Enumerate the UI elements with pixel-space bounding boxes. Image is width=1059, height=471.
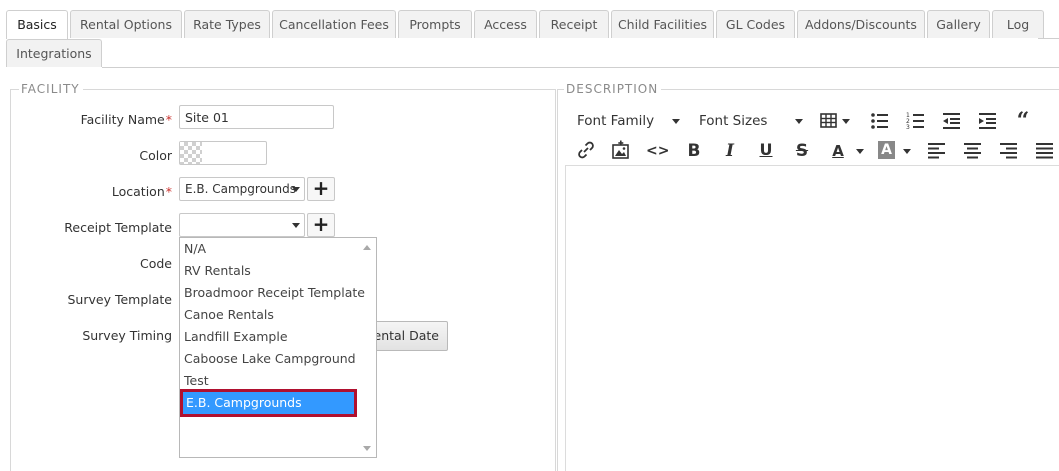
- link-icon[interactable]: [576, 140, 596, 160]
- add-location-button[interactable]: +: [307, 177, 335, 201]
- font-family-dropdown[interactable]: Font Family: [577, 112, 654, 130]
- tab-rate-types[interactable]: Rate Types: [184, 10, 270, 38]
- tab-access[interactable]: Access: [474, 10, 537, 38]
- tab-receipt[interactable]: Receipt: [539, 10, 609, 38]
- tab-divider: [1038, 38, 1059, 39]
- dropdown-option[interactable]: Caboose Lake Campground: [184, 348, 356, 370]
- scroll-down-arrow-icon[interactable]: [363, 446, 371, 451]
- tab-gl-codes[interactable]: GL Codes: [716, 10, 795, 38]
- facility-name-label: Facility Name*: [81, 112, 172, 127]
- bold-icon[interactable]: B: [685, 141, 703, 161]
- align-left-icon[interactable]: [927, 141, 947, 161]
- italic-icon[interactable]: I: [721, 141, 739, 161]
- location-label-text: Location: [111, 184, 165, 199]
- location-label: Location*: [112, 184, 172, 199]
- code-label: Code: [139, 256, 172, 271]
- chevron-down-icon: [292, 187, 300, 192]
- chevron-down-icon: [292, 223, 300, 228]
- description-editor[interactable]: [565, 165, 1059, 471]
- tab-prompts[interactable]: Prompts: [398, 10, 472, 38]
- receipt-template-dropdown-list[interactable]: N/A RV Rentals Broadmoor Receipt Templat…: [179, 237, 377, 458]
- blockquote-icon[interactable]: “: [1012, 110, 1034, 132]
- bullet-list-icon[interactable]: [870, 111, 890, 131]
- plus-icon: +: [312, 212, 330, 236]
- align-justify-icon[interactable]: [1035, 141, 1055, 161]
- scroll-up-arrow-icon[interactable]: [363, 245, 371, 250]
- tab-log[interactable]: Log: [992, 10, 1044, 38]
- chevron-down-icon: [903, 149, 911, 154]
- svg-text:3: 3: [906, 124, 910, 131]
- chevron-down-icon: [672, 119, 680, 124]
- font-family-label: Font Family: [577, 113, 655, 129]
- tab-bottom-border: [102, 67, 1059, 68]
- survey-timing-label: Survey Timing: [82, 328, 172, 343]
- dropdown-option-selected[interactable]: E.B. Campgrounds: [180, 389, 357, 417]
- facility-name-input[interactable]: [179, 105, 334, 129]
- chevron-down-icon: [856, 149, 864, 154]
- table-icon[interactable]: [820, 111, 840, 131]
- tab-integrations[interactable]: Integrations: [6, 39, 102, 67]
- text-color-icon[interactable]: A: [829, 141, 847, 161]
- required-mark: *: [165, 112, 172, 127]
- tab-cancellation-fees[interactable]: Cancellation Fees: [272, 10, 396, 38]
- font-sizes-dropdown[interactable]: Font Sizes: [699, 112, 767, 130]
- facility-legend: FACILITY: [19, 82, 83, 96]
- underline-icon[interactable]: U: [757, 140, 775, 160]
- dropdown-option[interactable]: RV Rentals: [184, 260, 356, 282]
- color-picker[interactable]: [179, 141, 267, 165]
- receipt-template-label: Receipt Template: [64, 220, 172, 235]
- font-sizes-label: Font Sizes: [699, 113, 768, 129]
- color-label: Color: [139, 148, 172, 163]
- receipt-template-select[interactable]: [179, 213, 305, 237]
- chevron-down-icon: [795, 119, 803, 124]
- numbered-list-icon[interactable]: 1 2 3: [906, 111, 926, 131]
- required-mark: *: [165, 184, 172, 199]
- background-color-icon[interactable]: A: [878, 141, 895, 159]
- tab-basics[interactable]: Basics: [6, 10, 68, 39]
- dropdown-option[interactable]: Canoe Rentals: [184, 304, 356, 326]
- align-right-icon[interactable]: [999, 141, 1019, 161]
- align-center-icon[interactable]: [963, 141, 983, 161]
- transparent-swatch-icon: [180, 142, 202, 164]
- survey-template-label: Survey Template: [67, 292, 173, 307]
- description-legend: DESCRIPTION: [564, 82, 662, 96]
- tab-addons-discounts[interactable]: Addons/Discounts: [797, 10, 925, 38]
- location-select-value: E.B. Campgrounds: [185, 182, 297, 196]
- tab-child-facilities[interactable]: Child Facilities: [611, 10, 714, 38]
- source-code-icon[interactable]: <>: [646, 141, 669, 161]
- tab-gallery[interactable]: Gallery: [927, 10, 990, 38]
- outdent-icon[interactable]: [942, 111, 962, 131]
- location-select[interactable]: E.B. Campgrounds: [179, 177, 305, 201]
- dropdown-option[interactable]: Landfill Example: [184, 326, 356, 348]
- add-receipt-template-button[interactable]: +: [307, 213, 335, 237]
- insert-image-icon[interactable]: [611, 140, 631, 160]
- facility-name-label-text: Facility Name: [80, 112, 165, 127]
- tab-rental-options[interactable]: Rental Options: [70, 10, 182, 38]
- indent-icon[interactable]: [978, 111, 998, 131]
- dropdown-option[interactable]: Broadmoor Receipt Template: [184, 282, 365, 304]
- plus-icon: +: [312, 176, 330, 200]
- strikethrough-icon[interactable]: S: [793, 141, 811, 161]
- dropdown-option[interactable]: Test: [184, 370, 356, 392]
- chevron-down-icon: [842, 119, 850, 124]
- dropdown-option[interactable]: N/A: [184, 238, 356, 260]
